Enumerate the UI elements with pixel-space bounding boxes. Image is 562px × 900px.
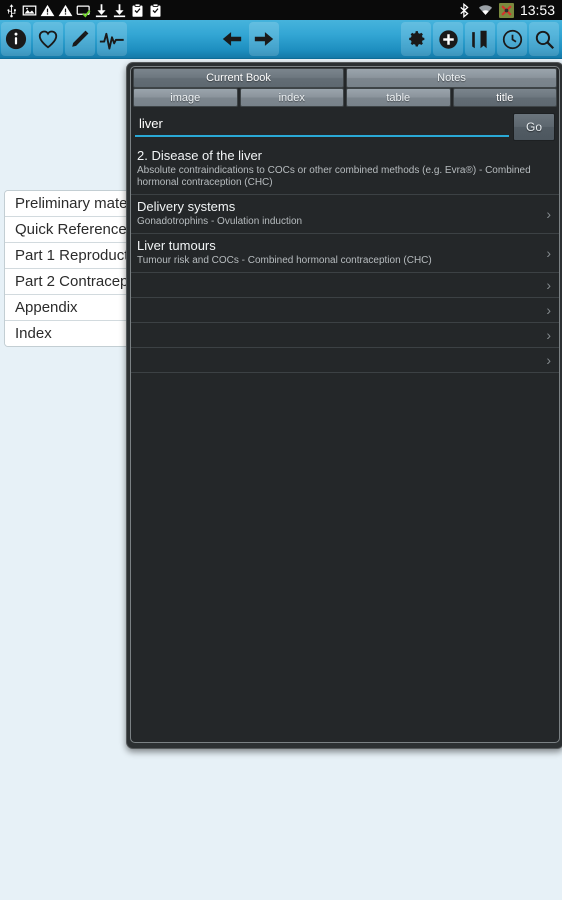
result-title: Liver tumours: [137, 238, 216, 253]
search-result-row[interactable]: ›: [131, 298, 559, 323]
search-input[interactable]: [135, 113, 509, 137]
status-clock: 13:53: [519, 2, 555, 18]
search-dialog-body: Current Book Notes image index table tit…: [130, 66, 560, 743]
search-result-row[interactable]: 2. Disease of the liver Absolute contrai…: [131, 144, 559, 195]
warning-icon: [58, 4, 73, 16]
clipboard-icon: [132, 3, 143, 17]
pencil-icon[interactable]: [65, 22, 95, 56]
arrow-right-icon[interactable]: [249, 22, 279, 56]
usb-icon: [7, 3, 16, 17]
arrow-left-icon[interactable]: [217, 22, 247, 56]
clipboard-check-icon: [150, 3, 161, 17]
result-subtitle: Gonadotrophins - Ovulation induction: [137, 216, 303, 227]
search-result-row[interactable]: Delivery systems Gonadotrophins - Ovulat…: [131, 195, 559, 234]
wifi-icon: [478, 4, 493, 15]
image-icon: [22, 5, 37, 15]
tab-notes[interactable]: Notes: [346, 68, 557, 88]
actionbar-left-group: [0, 20, 128, 58]
chevron-right-icon: ›: [546, 206, 551, 222]
chevron-right-icon: ›: [546, 277, 551, 293]
status-icons-left: [0, 3, 457, 18]
heart-icon[interactable]: [33, 22, 63, 56]
app-action-bar: [0, 20, 562, 59]
search-result-row[interactable]: Liver tumours Tumour risk and COCs - Com…: [131, 234, 559, 273]
sync-error-icon: [498, 2, 514, 18]
clock-icon[interactable]: [497, 22, 527, 56]
chevron-right-icon: ›: [546, 245, 551, 261]
plus-circle-icon[interactable]: [433, 22, 463, 56]
pulse-icon[interactable]: [97, 22, 127, 56]
screen-check-icon: [76, 5, 91, 18]
chevron-right-icon: ›: [546, 302, 551, 318]
android-status-bar: 13:53: [0, 0, 562, 20]
search-input-wrapper: [135, 113, 509, 141]
result-subtitle: Absolute contraindications to COCs or ot…: [137, 165, 531, 188]
search-result-row[interactable]: ›: [131, 323, 559, 348]
search-dialog: Current Book Notes image index table tit…: [126, 62, 562, 749]
search-results-list: 2. Disease of the liver Absolute contrai…: [131, 144, 559, 373]
result-title: 2. Disease of the liver: [137, 148, 263, 163]
actionbar-right-group: [400, 20, 562, 58]
tab-table[interactable]: table: [346, 88, 451, 107]
warning-icon: [40, 4, 55, 16]
download-icon: [95, 3, 108, 17]
result-title: Delivery systems: [137, 199, 236, 214]
chevron-right-icon: ›: [546, 352, 551, 368]
bookmark-book-icon[interactable]: [465, 22, 495, 56]
tab-title[interactable]: title: [452, 88, 557, 107]
tab-image[interactable]: image: [133, 88, 238, 107]
search-row: Go: [131, 108, 559, 144]
secondary-tab-bar: image index table title: [131, 88, 559, 108]
download-icon: [113, 3, 126, 17]
search-result-row[interactable]: ›: [131, 273, 559, 298]
go-button[interactable]: Go: [513, 113, 555, 141]
tab-index[interactable]: index: [239, 88, 344, 107]
status-icons-right: 13:53: [457, 0, 562, 20]
tab-current-book[interactable]: Current Book: [133, 68, 344, 88]
bluetooth-icon: [460, 2, 469, 18]
chevron-right-icon: ›: [546, 327, 551, 343]
search-icon[interactable]: [529, 22, 559, 56]
actionbar-nav-group: [216, 20, 280, 58]
result-subtitle: Tumour risk and COCs - Combined hormonal…: [137, 255, 432, 266]
info-icon[interactable]: [1, 22, 31, 56]
search-result-row[interactable]: ›: [131, 348, 559, 373]
primary-tab-bar: Current Book Notes: [131, 67, 559, 88]
gear-icon[interactable]: [401, 22, 431, 56]
